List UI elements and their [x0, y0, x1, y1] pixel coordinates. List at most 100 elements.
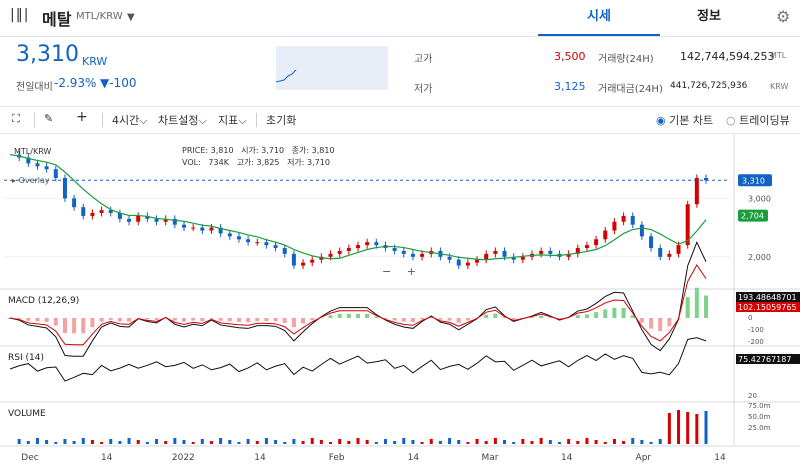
candle: [594, 239, 598, 245]
candle: [292, 254, 296, 266]
macd-histogram-bar: [466, 318, 470, 321]
macd-histogram-bar: [539, 316, 543, 318]
pencil-icon[interactable]: ✎: [44, 112, 53, 125]
macd-histogram-bar: [695, 288, 699, 318]
volume-bar: [36, 438, 39, 444]
low-label: 저가: [414, 80, 432, 95]
price-tick-label: 2,000: [748, 253, 771, 262]
gear-icon[interactable]: ⚙: [776, 7, 790, 26]
interval-select[interactable]: 4시간⌵: [112, 112, 148, 128]
chart-canvas[interactable]: 3,0002,000 3,3102,704 193.48648701102.15…: [0, 134, 800, 466]
x-tick-label: 14: [561, 453, 573, 463]
macd-histogram-bar: [356, 314, 360, 318]
volume-bar: [421, 442, 424, 444]
candle: [521, 257, 525, 260]
x-tick-label: Apr: [636, 453, 652, 463]
volume-bar: [302, 441, 305, 444]
zoom-in-button[interactable]: +: [407, 265, 416, 278]
volume-bar: [668, 413, 671, 444]
tab-market[interactable]: 시세: [538, 0, 660, 36]
volume-bar: [659, 439, 662, 444]
volume-bar: [109, 439, 112, 444]
macd-histogram-bar: [301, 318, 305, 324]
candle: [329, 254, 333, 257]
rsi-label: RSI (14): [8, 353, 44, 363]
candle: [658, 248, 662, 257]
indicators-button[interactable]: 지표⌵: [218, 112, 247, 128]
candle: [484, 254, 488, 260]
volume-bar: [695, 414, 698, 444]
volume-bar: [357, 438, 360, 444]
macd-histogram-bar: [667, 318, 671, 326]
low-value: 3,125: [554, 80, 586, 93]
price-chart[interactable]: 3,0002,000 3,3102,704 193.48648701102.15…: [0, 134, 800, 466]
price-unit: KRW: [82, 55, 107, 68]
candle: [448, 257, 452, 260]
overlay-label[interactable]: ▸ Overlay: [12, 176, 50, 185]
macd-histogram-bar: [118, 318, 122, 321]
candle: [347, 248, 351, 251]
candle: [466, 263, 470, 266]
macd-histogram-bar: [283, 318, 287, 323]
volume-bar: [45, 440, 48, 444]
zoom-out-button[interactable]: −: [382, 265, 391, 278]
macd-histogram-bar: [420, 318, 424, 319]
divider: [102, 113, 103, 127]
volume-bar: [402, 438, 405, 444]
macd-histogram-bar: [228, 318, 232, 321]
candle: [100, 210, 104, 213]
candle: [200, 228, 204, 231]
tradingview-radio[interactable]: ○ 트레이딩뷰: [726, 112, 790, 128]
candle: [301, 263, 305, 266]
candle: [35, 163, 39, 166]
macd-histogram-bar: [173, 318, 177, 321]
macd-histogram-bar: [237, 318, 241, 322]
candle: [90, 213, 94, 216]
candle: [155, 219, 159, 222]
candle: [374, 242, 378, 245]
candle: [603, 231, 607, 240]
candle: [585, 245, 589, 248]
fullscreen-icon[interactable]: ⛶: [12, 112, 20, 126]
macd-histogram-bar: [365, 314, 369, 318]
candle: [649, 236, 653, 248]
basic-chart-radio[interactable]: ◉ 기본 차트: [656, 112, 713, 128]
crosshair-icon[interactable]: +: [76, 109, 88, 125]
x-tick-label: 14: [408, 453, 420, 463]
macd-histogram-bar: [182, 318, 186, 322]
candle: [393, 248, 397, 251]
macd-histogram-bar: [393, 318, 397, 321]
candle: [539, 251, 543, 254]
candle: [475, 260, 479, 263]
macd-histogram-bar: [585, 314, 589, 318]
volume-tick-label: 25.0m: [748, 424, 771, 432]
last-price-label: 3,310: [742, 176, 765, 185]
macd-signal-line: [10, 265, 706, 345]
volume-bar: [265, 438, 268, 444]
x-tick-label: 14: [101, 453, 113, 463]
volume-bar: [292, 439, 295, 444]
coin-dropdown-icon[interactable]: ▼: [127, 12, 135, 23]
candle: [411, 254, 415, 257]
volume-bar: [27, 441, 30, 444]
chart-settings-button[interactable]: 차트설정⌵: [158, 112, 207, 128]
change-percent: -2.93%: [54, 76, 96, 90]
macd-value1: 193.48648701: [738, 293, 797, 302]
volume-bar: [82, 438, 85, 444]
candle: [283, 248, 287, 254]
volume-bar: [705, 411, 708, 444]
coin-pair: MTL/KRW: [76, 11, 123, 22]
volume-bar: [63, 439, 66, 444]
volume-bar: [18, 439, 21, 444]
volume-bar: [531, 441, 534, 444]
amount-label: 거래대금(24H): [598, 80, 663, 95]
chart-toolbar: ⛶ ✎ + 4시간⌵ 차트설정⌵ 지표⌵ 초기화 ◉ 기본 차트 ○ 트레이딩뷰: [0, 107, 800, 134]
tab-info[interactable]: 정보: [660, 0, 758, 34]
candle: [365, 242, 369, 245]
macd-histogram-bar: [310, 318, 314, 320]
reset-button[interactable]: 초기화: [266, 112, 296, 128]
volume-bar: [128, 438, 131, 444]
volume-bar: [595, 440, 598, 444]
macd-histogram-bar: [448, 318, 452, 321]
candle: [255, 242, 259, 243]
